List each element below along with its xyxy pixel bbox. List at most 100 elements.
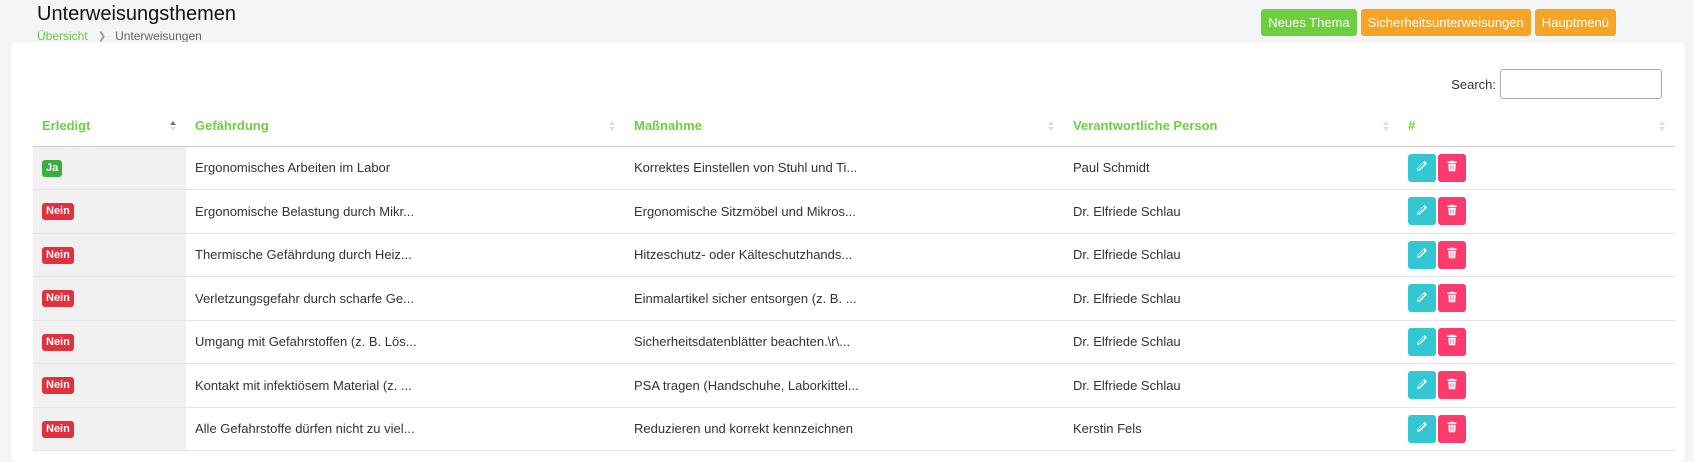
search-box: Search: xyxy=(1451,69,1662,99)
breadcrumb: Übersicht ❯ Unterweisungen xyxy=(37,29,236,43)
pencil-icon xyxy=(1416,378,1428,393)
breadcrumb-current: Unterweisungen xyxy=(115,29,202,43)
delete-button[interactable] xyxy=(1438,153,1466,182)
edit-button[interactable] xyxy=(1408,414,1436,443)
cell-person: Paul Schmidt xyxy=(1064,146,1399,190)
delete-button[interactable] xyxy=(1438,371,1466,400)
edit-button[interactable] xyxy=(1408,284,1436,313)
status-badge: Nein xyxy=(42,333,74,351)
delete-button[interactable] xyxy=(1438,240,1466,269)
breadcrumb-home-link[interactable]: Übersicht xyxy=(37,29,88,43)
status-badge: Ja xyxy=(42,159,63,177)
cell-person: Kerstin Fels xyxy=(1064,407,1399,451)
search-input[interactable] xyxy=(1500,69,1662,99)
cell-done: Nein xyxy=(33,233,186,277)
cell-done: Nein xyxy=(33,320,186,364)
table-row: Ja Ergonomisches Arbeiten im Labor Korrekt… xyxy=(33,146,1675,190)
cell-person: Dr. Elfriede Schlau xyxy=(1064,189,1399,234)
cell-measure: Einmalartikel sicher entsorgen (z. B. ..… xyxy=(625,276,1064,321)
trash-icon xyxy=(1446,247,1458,262)
delete-button[interactable] xyxy=(1438,197,1466,226)
trash-icon xyxy=(1446,334,1458,349)
pencil-icon xyxy=(1416,334,1428,349)
edit-button[interactable] xyxy=(1408,240,1436,269)
cell-done: Nein xyxy=(33,276,186,321)
column-header-person-label: Verantwortliche Person xyxy=(1073,118,1218,134)
status-badge: Nein xyxy=(42,203,74,221)
table-row: Nein Umgang mit Gefahrstoffen (z. B. Lös.… xyxy=(33,320,1675,364)
search-label: Search: xyxy=(1451,76,1496,92)
cell-actions xyxy=(1399,146,1675,190)
cell-actions xyxy=(1399,407,1675,451)
cell-actions xyxy=(1399,189,1675,234)
cell-done: Nein xyxy=(33,189,186,234)
topics-table: Erledigt Gefährdung Maßnahme Verantwortl… xyxy=(33,106,1675,451)
trash-icon xyxy=(1446,160,1458,175)
new-topic-button[interactable]: Neues Thema xyxy=(1261,9,1357,36)
sort-icon xyxy=(1659,120,1665,131)
chevron-right-icon: ❯ xyxy=(97,30,107,42)
sort-icon xyxy=(609,120,615,131)
column-header-person[interactable]: Verantwortliche Person xyxy=(1064,106,1399,147)
column-header-hazard[interactable]: Gefährdung xyxy=(186,106,625,147)
cell-hazard: Umgang mit Gefahrstoffen (z. B. Lös... xyxy=(186,320,625,364)
delete-button[interactable] xyxy=(1438,327,1466,356)
table-row: Nein Ergonomische Belastung durch Mikr...… xyxy=(33,189,1675,234)
column-header-actions-label: # xyxy=(1408,118,1416,134)
cell-hazard: Ergonomische Belastung durch Mikr... xyxy=(186,189,625,234)
cell-measure: Hitzeschutz- oder Kälteschutzhands... xyxy=(625,233,1064,277)
column-header-done-label: Erledigt xyxy=(42,118,91,134)
status-badge: Nein xyxy=(42,420,74,438)
table-header-row: Erledigt Gefährdung Maßnahme Verantwortl… xyxy=(33,106,1675,147)
pencil-icon xyxy=(1416,291,1428,306)
trash-icon xyxy=(1446,291,1458,306)
column-header-actions[interactable]: # xyxy=(1399,106,1675,147)
edit-button[interactable] xyxy=(1408,327,1436,356)
pencil-icon xyxy=(1416,247,1428,262)
sort-icon xyxy=(170,120,176,131)
table-row: Nein Kontakt mit infektiösem Material (z.… xyxy=(33,363,1675,408)
edit-button[interactable] xyxy=(1408,153,1436,182)
main-menu-button[interactable]: Hauptmenü xyxy=(1534,9,1616,36)
cell-person: Dr. Elfriede Schlau xyxy=(1064,276,1399,321)
cell-person: Dr. Elfriede Schlau xyxy=(1064,233,1399,277)
cell-measure: PSA tragen (Handschuhe, Laborkittel... xyxy=(625,363,1064,408)
cell-actions xyxy=(1399,276,1675,321)
table-body: Ja Ergonomisches Arbeiten im Labor Korrekt… xyxy=(33,146,1675,451)
cell-hazard: Alle Gefahrstoffe dürfen nicht zu viel..… xyxy=(186,407,625,451)
cell-hazard: Ergonomisches Arbeiten im Labor xyxy=(186,146,625,190)
page-title: Unterweisungsthemen xyxy=(37,3,236,25)
edit-button[interactable] xyxy=(1408,371,1436,400)
delete-button[interactable] xyxy=(1438,284,1466,313)
cell-hazard: Thermische Gefährdung durch Heiz... xyxy=(186,233,625,277)
cell-hazard: Kontakt mit infektiösem Material (z. ... xyxy=(186,363,625,408)
page-header: Unterweisungsthemen Übersicht ❯ Unterwei… xyxy=(37,0,236,43)
trash-icon xyxy=(1446,421,1458,436)
edit-button[interactable] xyxy=(1408,197,1436,226)
column-header-measure-label: Maßnahme xyxy=(634,118,702,134)
cell-measure: Korrektes Einstellen von Stuhl und Ti... xyxy=(625,146,1064,190)
delete-button[interactable] xyxy=(1438,414,1466,443)
safety-instructions-button[interactable]: Sicherheitsunterweisungen xyxy=(1360,9,1531,36)
status-badge: Nein xyxy=(42,246,74,264)
cell-person: Dr. Elfriede Schlau xyxy=(1064,363,1399,408)
column-header-measure[interactable]: Maßnahme xyxy=(625,106,1064,147)
cell-actions xyxy=(1399,320,1675,364)
sort-icon xyxy=(1048,120,1054,131)
cell-actions xyxy=(1399,363,1675,408)
cell-measure: Ergonomische Sitzmöbel und Mikros... xyxy=(625,189,1064,234)
sort-icon xyxy=(1383,120,1389,131)
status-badge: Nein xyxy=(42,377,74,395)
table-row: Nein Alle Gefahrstoffe dürfen nicht zu vi… xyxy=(33,407,1675,451)
table-row: Nein Verletzungsgefahr durch scharfe Ge..… xyxy=(33,276,1675,321)
cell-done: Ja xyxy=(33,146,186,190)
column-header-done[interactable]: Erledigt xyxy=(33,106,186,147)
trash-icon xyxy=(1446,378,1458,393)
cell-measure: Sicherheitsdatenblätter beachten.\r\... xyxy=(625,320,1064,364)
cell-hazard: Verletzungsgefahr durch scharfe Ge... xyxy=(186,276,625,321)
cell-done: Nein xyxy=(33,363,186,408)
cell-measure: Reduzieren und korrekt kennzeichnen xyxy=(625,407,1064,451)
cell-actions xyxy=(1399,233,1675,277)
pencil-icon xyxy=(1416,204,1428,219)
cell-done: Nein xyxy=(33,407,186,451)
